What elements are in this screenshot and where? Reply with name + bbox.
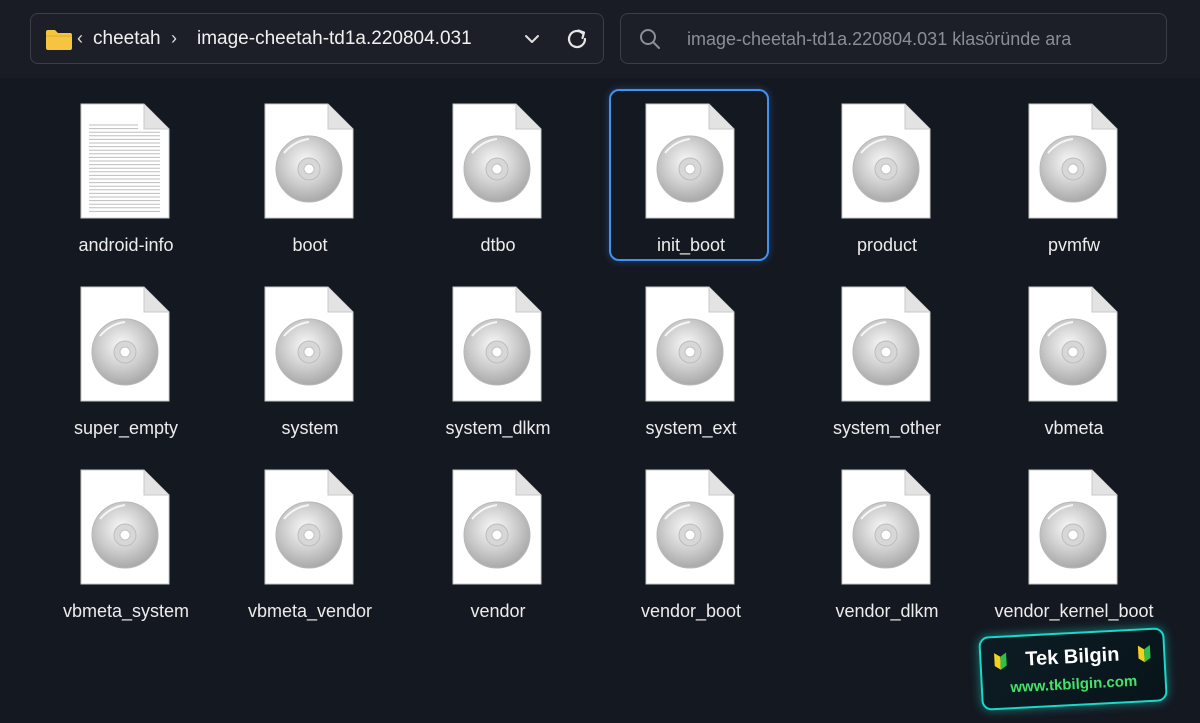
file-item-boot[interactable]: boot: [228, 89, 388, 261]
file-name-label: dtbo: [480, 235, 516, 255]
disc-image-file-icon: [264, 286, 354, 402]
refresh-icon[interactable]: [564, 26, 590, 52]
file-name-label: vbmeta_vendor: [247, 601, 373, 621]
disc-image-file-icon: [841, 469, 931, 585]
file-name-label: pvmfw: [1047, 235, 1100, 255]
file-item-dtbo[interactable]: dtbo: [416, 89, 576, 261]
file-item-init-boot[interactable]: init_boot: [609, 89, 769, 261]
file-name-label: init_boot: [656, 235, 726, 255]
toolbar: ‹ cheetah › image-cheetah-td1a.220804.03…: [0, 0, 1200, 78]
search-input[interactable]: image-cheetah-td1a.220804.031 klasöründe…: [620, 13, 1167, 64]
disc-image-file-icon: [841, 286, 931, 402]
watermark-url: www.tkbilgin.com: [1009, 672, 1138, 697]
disc-image-file-icon: [1028, 103, 1118, 219]
watermark-badge: Tek Bilgin www.tkbilgin.com: [978, 627, 1168, 711]
disc-image-file-icon: [452, 286, 542, 402]
file-name-label: system_dlkm: [445, 418, 551, 438]
disc-image-file-icon: [452, 103, 542, 219]
file-name-label: system_other: [832, 418, 942, 438]
disc-image-file-icon: [645, 286, 735, 402]
file-name-label: android-info: [78, 235, 174, 255]
file-name-label: vendor_kernel_boot: [994, 601, 1154, 621]
disc-image-file-icon: [645, 469, 735, 585]
search-placeholder: image-cheetah-td1a.220804.031 klasöründe…: [687, 29, 1072, 49]
file-name-label: product: [856, 235, 918, 255]
chevron-down-icon[interactable]: [523, 30, 541, 48]
address-bar[interactable]: ‹ cheetah › image-cheetah-td1a.220804.03…: [30, 13, 604, 64]
file-item-system-ext[interactable]: system_ext: [609, 272, 769, 444]
file-item-system-dlkm[interactable]: system_dlkm: [416, 272, 576, 444]
disc-image-file-icon: [264, 103, 354, 219]
disc-image-file-icon: [1028, 286, 1118, 402]
file-name-label: system: [281, 418, 339, 438]
disc-image-file-icon: [1028, 469, 1118, 585]
file-item-vbmeta[interactable]: vbmeta: [992, 272, 1152, 444]
file-item-vendor-kernel-boot[interactable]: vendor_kernel_boot: [992, 455, 1154, 627]
file-item-pvmfw[interactable]: pvmfw: [992, 89, 1152, 261]
file-item-super-empty[interactable]: super_empty: [44, 272, 204, 444]
disc-image-file-icon: [80, 469, 170, 585]
text-file-icon: [80, 103, 170, 219]
file-name-label: vbmeta_system: [62, 601, 190, 621]
file-name-label: vbmeta: [1044, 418, 1104, 438]
file-item-vbmeta-vendor[interactable]: vbmeta_vendor: [228, 455, 388, 627]
file-name-label: super_empty: [73, 418, 179, 438]
chevron-right-icon: ›: [171, 28, 177, 48]
disc-image-file-icon: [452, 469, 542, 585]
file-item-system[interactable]: system: [228, 272, 388, 444]
beginner-leaf-icon: [1137, 644, 1151, 663]
file-item-vendor-dlkm[interactable]: vendor_dlkm: [805, 455, 965, 627]
search-icon: [640, 29, 660, 49]
breadcrumb-item-current[interactable]: image-cheetah-td1a.220804.031: [197, 28, 472, 50]
folder-icon: [46, 30, 72, 50]
disc-image-file-icon: [841, 103, 931, 219]
disc-image-file-icon: [80, 286, 170, 402]
file-name-label: vendor_dlkm: [835, 601, 939, 621]
disc-image-file-icon: [645, 103, 735, 219]
file-name-label: system_ext: [645, 418, 737, 438]
file-name-label: boot: [292, 235, 328, 255]
file-name-label: vendor: [470, 601, 526, 621]
file-name-label: vendor_boot: [640, 601, 742, 621]
file-item-vbmeta-system[interactable]: vbmeta_system: [44, 455, 204, 627]
file-item-system-other[interactable]: system_other: [805, 272, 965, 444]
file-item-vendor[interactable]: vendor: [416, 455, 576, 627]
disc-image-file-icon: [264, 469, 354, 585]
breadcrumb-item-cheetah[interactable]: cheetah: [93, 28, 161, 50]
file-item-product[interactable]: product: [805, 89, 965, 261]
file-item-vendor-boot[interactable]: vendor_boot: [609, 455, 769, 627]
file-item-android-info[interactable]: android-info: [44, 89, 204, 261]
chevron-left-icon[interactable]: ‹: [77, 28, 83, 49]
